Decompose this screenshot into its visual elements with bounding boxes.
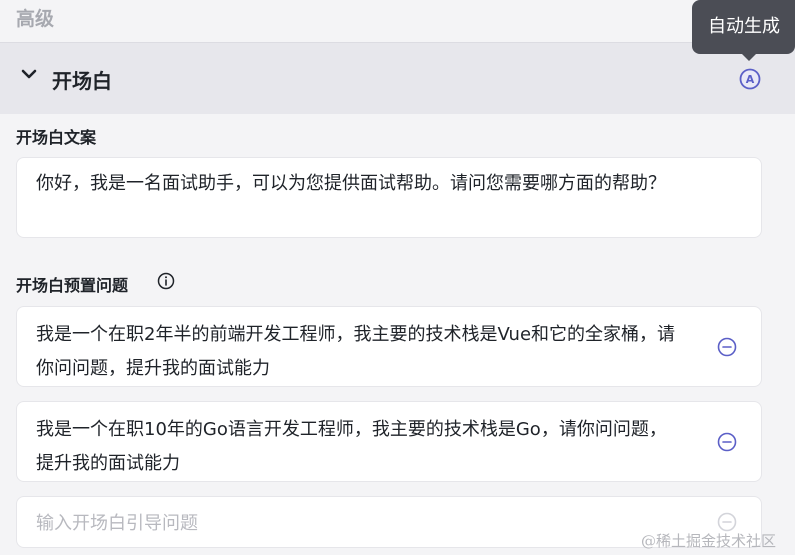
opening-copy-label: 开场白文案 — [16, 128, 97, 147]
opening-copy-text[interactable]: 你好，我是一名面试助手，可以为您提供面试帮助。请问您需要哪方面的帮助？ — [36, 167, 746, 201]
section-label-advanced: 高级 — [16, 8, 55, 30]
preset-question-item[interactable]: 我是一个在职2年半的前端开发工程师，我主要的技术栈是Vue和它的全家桶，请你问问… — [16, 306, 762, 387]
watermark: @稀土掘金技术社区 — [641, 532, 777, 550]
section-title: 开场白 — [52, 69, 112, 93]
new-question-placeholder: 输入开场白引导问题 — [36, 513, 198, 534]
auto-generate-tooltip: 自动生成 — [692, 0, 795, 54]
opening-copy-textarea[interactable]: 你好，我是一名面试助手，可以为您提供面试帮助。请问您需要哪方面的帮助？ — [16, 157, 762, 238]
opening-section-header[interactable]: 开场白 A — [0, 42, 795, 114]
preset-question-text[interactable]: 我是一个在职2年半的前端开发工程师，我主要的技术栈是Vue和它的全家桶，请你问问… — [36, 318, 676, 386]
preset-question-text[interactable]: 我是一个在职10年的Go语言开发工程师，我主要的技术栈是Go，请你问问题，提升我… — [36, 413, 676, 481]
auto-generate-icon[interactable]: A — [739, 68, 761, 90]
tooltip-arrow — [741, 53, 757, 61]
minus-circle-icon — [717, 512, 737, 532]
minus-circle-icon[interactable] — [717, 337, 737, 357]
preset-questions-label: 开场白预置问题 — [16, 276, 129, 295]
minus-circle-icon[interactable] — [717, 432, 737, 452]
svg-text:A: A — [746, 73, 755, 86]
preset-question-item[interactable]: 我是一个在职10年的Go语言开发工程师，我主要的技术栈是Go，请你问问题，提升我… — [16, 401, 762, 482]
chevron-down-icon[interactable] — [20, 65, 38, 83]
info-icon[interactable] — [157, 272, 175, 290]
